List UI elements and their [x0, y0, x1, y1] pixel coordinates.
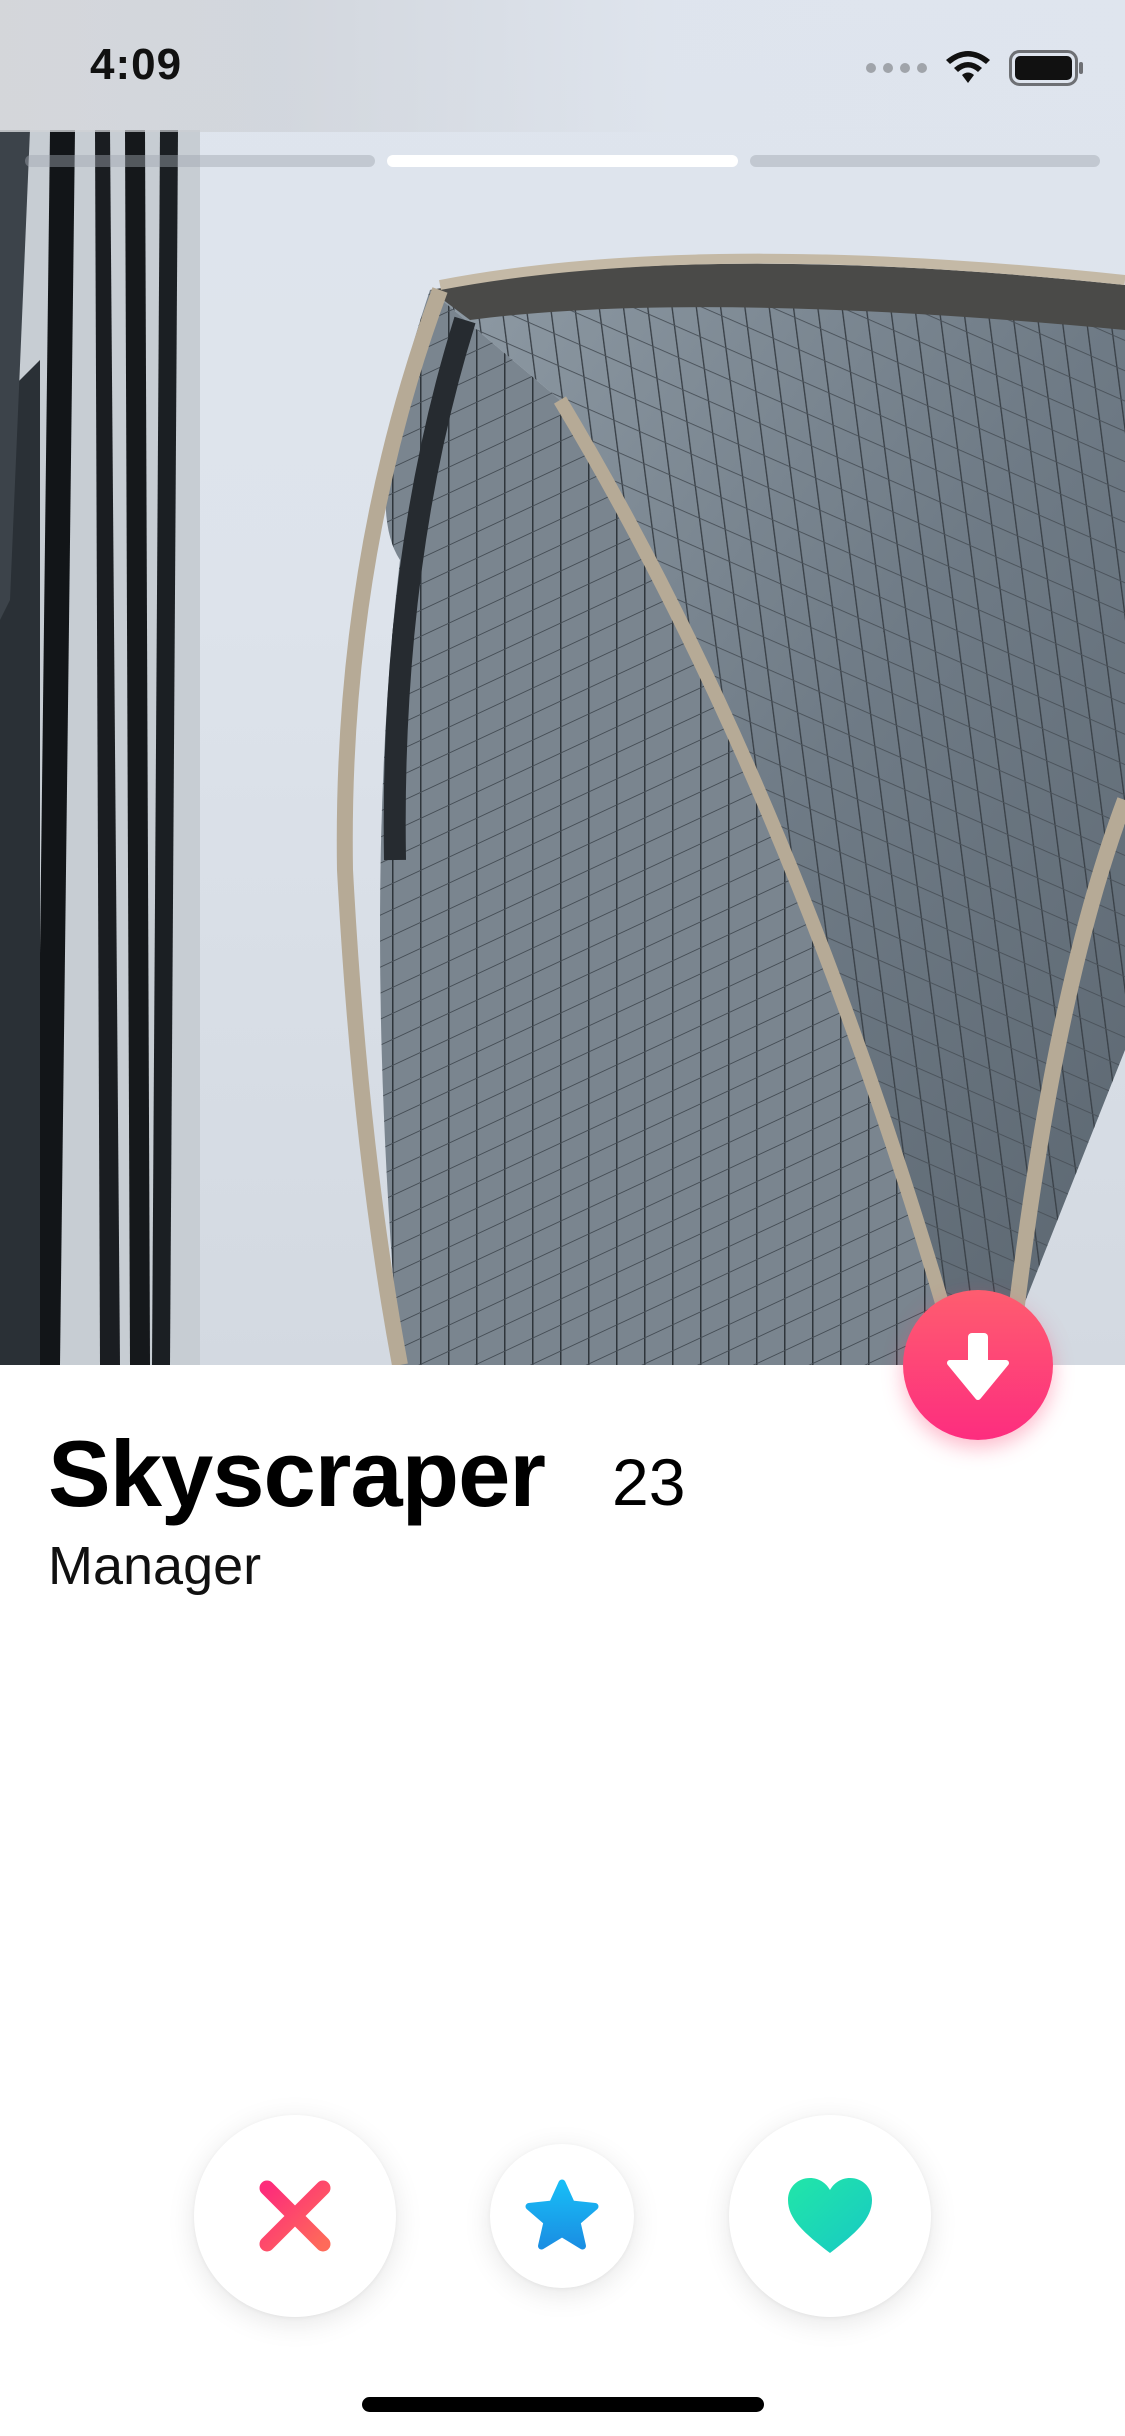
like-button[interactable]	[729, 2115, 931, 2317]
info-button[interactable]	[903, 1290, 1053, 1440]
superlike-button[interactable]	[490, 2144, 634, 2288]
photo-progress-segment	[25, 155, 376, 167]
photo-progress	[25, 155, 1100, 167]
dislike-button[interactable]	[194, 2115, 396, 2317]
wifi-icon	[946, 51, 990, 83]
profile-job: Manager	[48, 1536, 262, 1596]
profile-age: 23	[612, 1445, 686, 1519]
photo-progress-segment	[749, 155, 1100, 167]
status-time: 4:09	[90, 40, 183, 89]
home-indicator[interactable]	[362, 2397, 764, 2412]
profile-screen: 4:09 Skyscraper 23 Manager	[0, 0, 1125, 2436]
status-icons	[866, 48, 1085, 88]
profile-photo[interactable]	[0, 0, 1125, 1365]
arrow-down-icon	[947, 1333, 1009, 1400]
cellular-signal-icon	[866, 63, 927, 73]
battery-icon	[1009, 50, 1083, 86]
profile-name: Skyscraper	[48, 1421, 546, 1526]
status-bar: 4:09	[0, 0, 1125, 132]
building-photo	[0, 130, 1125, 1365]
main-building	[336, 253, 1125, 1365]
photo-progress-segment-active	[387, 155, 738, 167]
star-icon	[525, 2179, 599, 2250]
close-icon	[259, 2180, 331, 2252]
heart-icon	[788, 2178, 872, 2253]
left-building	[0, 130, 200, 1365]
